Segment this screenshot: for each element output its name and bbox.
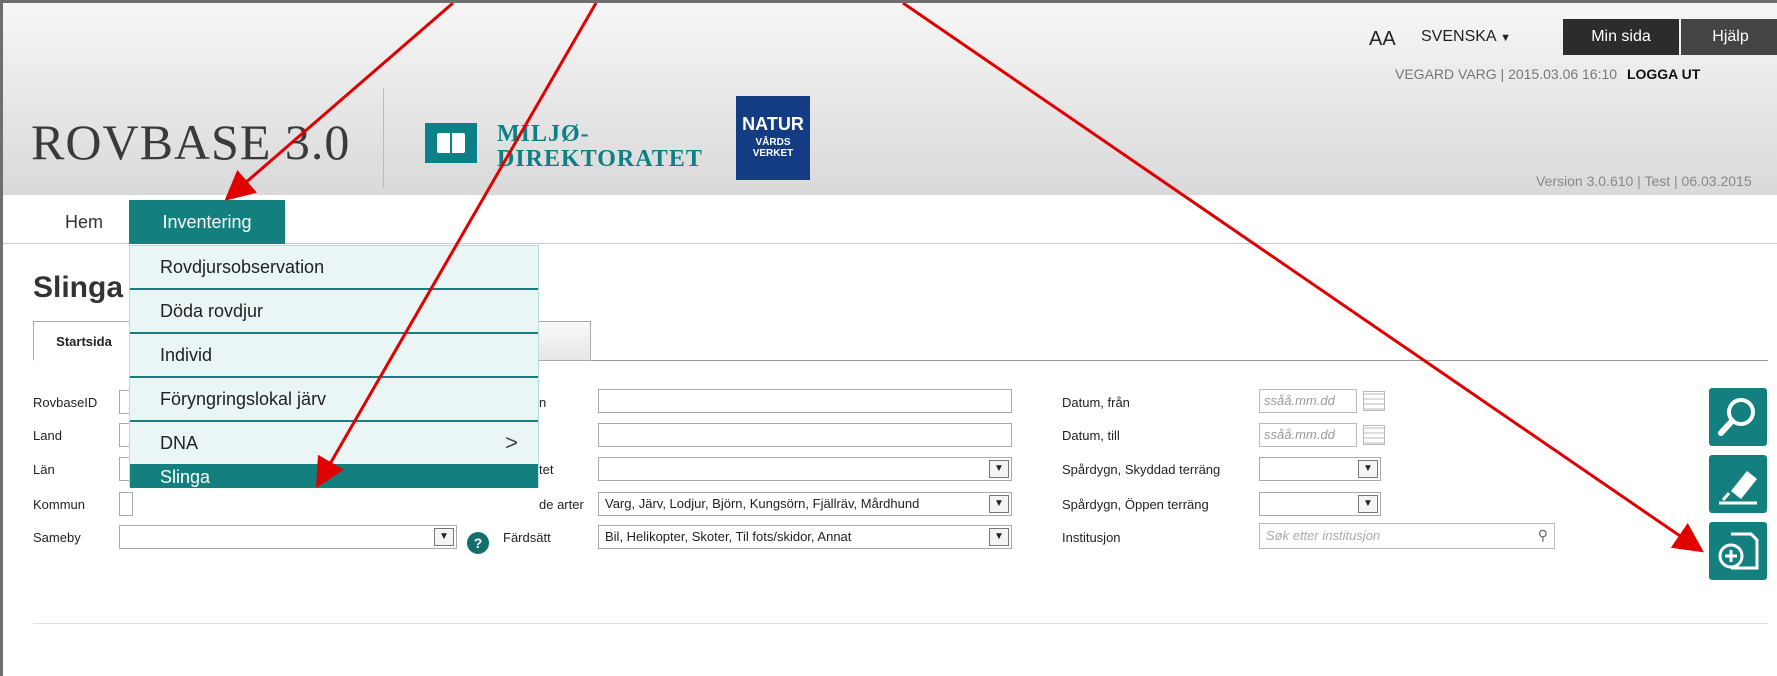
menu-item-foryngringslokal[interactable]: Föryngringslokal järv: [130, 378, 538, 422]
app-logo-text[interactable]: ROVBASE 3.0: [31, 113, 350, 171]
sameby-label: Sameby: [33, 530, 81, 545]
partner2-line3: VERKET: [752, 148, 794, 159]
help-button[interactable]: Hjälp: [1681, 19, 1777, 55]
eraser-icon: [1719, 471, 1757, 505]
header-divider: [383, 88, 384, 188]
menu-item-label: DNA: [160, 433, 199, 453]
col2-label-3: tet: [539, 462, 554, 477]
col2-input-2[interactable]: [598, 423, 1012, 447]
travel-mode-label: Färdsätt: [503, 530, 551, 545]
inventory-dropdown-menu: Rovdjursobservation Döda rovdjur Individ…: [129, 245, 539, 488]
sameby-select[interactable]: ▼: [119, 525, 457, 549]
track-protected-select[interactable]: ▼: [1259, 457, 1381, 481]
version-info: Version 3.0.610 | Test | 06.03.2015: [1536, 173, 1752, 189]
search-icon: [1718, 398, 1755, 436]
chevron-down-icon: ▼: [1358, 460, 1378, 478]
page-title: Slinga: [33, 271, 124, 304]
menu-item-dna[interactable]: DNA >: [130, 422, 538, 466]
travel-mode-value: Bil, Helikopter, Skoter, Til fots/skidor…: [605, 529, 852, 544]
institution-search-input[interactable]: Søk etter institusjon ⚲: [1259, 523, 1555, 549]
species-value: Varg, Järv, Lodjur, Björn, Kungsörn, Fjä…: [605, 496, 920, 511]
rovbaseid-label: RovbaseID: [33, 395, 98, 410]
clear-button[interactable]: [1709, 455, 1767, 513]
track-open-label: Spårdygn, Öppen terräng: [1062, 497, 1209, 512]
travel-mode-select[interactable]: Bil, Helikopter, Skoter, Til fots/skidor…: [598, 525, 1012, 549]
nav-item-home[interactable]: Hem: [39, 200, 129, 244]
menu-item-individ[interactable]: Individ: [130, 334, 538, 378]
logout-link[interactable]: LOGGA UT: [1627, 66, 1700, 82]
calendar-icon[interactable]: [1363, 391, 1385, 411]
application-window: ROVBASE 3.0 MILJØ- DIREKTORATET NATUR VÅ…: [0, 0, 1777, 676]
date-to-input[interactable]: ssåå.mm.dd: [1259, 423, 1357, 447]
species-select[interactable]: Varg, Järv, Lodjur, Björn, Kungsörn, Fjä…: [598, 492, 1012, 516]
track-open-select[interactable]: ▼: [1259, 492, 1381, 516]
chevron-down-icon: ▼: [989, 460, 1009, 478]
chevron-down-icon: ▼: [989, 528, 1009, 546]
chevron-down-icon: ▼: [989, 495, 1009, 513]
date-from-input[interactable]: ssåå.mm.dd: [1259, 389, 1357, 413]
partner2-line1: NATUR: [742, 114, 804, 134]
add-document-icon: [1718, 532, 1759, 570]
menu-item-rovdjursobservation[interactable]: Rovdjursobservation: [130, 246, 538, 290]
kommun-label: Kommun: [33, 497, 86, 512]
partner-logo-line2: DIREKTORATET: [497, 146, 703, 172]
my-page-button[interactable]: Min sida: [1563, 19, 1679, 55]
date-to-label: Datum, till: [1062, 428, 1120, 443]
language-label: SVENSKA: [1421, 28, 1496, 45]
tab-startsida[interactable]: Startsida: [33, 321, 135, 361]
header: ROVBASE 3.0 MILJØ- DIREKTORATET NATUR VÅ…: [3, 3, 1777, 195]
partner2-line2: VÅRDS: [755, 137, 791, 148]
font-size-toggle[interactable]: AA: [1369, 28, 1396, 51]
menu-item-doda-rovdjur[interactable]: Döda rovdjur: [130, 290, 538, 334]
search-button[interactable]: [1709, 388, 1767, 446]
section-divider: [33, 623, 1768, 624]
lan-label: Län: [33, 462, 55, 477]
user-info-text: VEGARD VARG | 2015.03.06 16:10: [1395, 66, 1618, 82]
menu-item-label: Slinga: [160, 467, 211, 487]
institution-label: Institusjon: [1062, 530, 1121, 545]
user-info: VEGARD VARG | 2015.03.06 16:10 LOGGA UT: [1395, 66, 1700, 82]
calendar-icon[interactable]: [1363, 425, 1385, 445]
kommun-input[interactable]: [119, 492, 133, 516]
magnifier-icon: ⚲: [1537, 527, 1548, 543]
menu-item-label: Individ: [160, 345, 213, 365]
chevron-down-icon: ▼: [434, 528, 454, 546]
institution-placeholder: Søk etter institusjon: [1266, 528, 1381, 543]
partner-logo-line1: MILJØ-: [497, 121, 590, 147]
chevron-down-icon: ▼: [1358, 495, 1378, 513]
col2-select-3[interactable]: ▼: [598, 457, 1012, 481]
nav-item-inventory[interactable]: Inventering: [129, 200, 285, 244]
language-selector[interactable]: SVENSKA ▼: [1421, 28, 1511, 46]
menu-item-label: Föryngringslokal järv: [160, 389, 327, 409]
naturvardsverket-logo: NATUR VÅRDS VERKET: [736, 96, 810, 180]
new-button[interactable]: [1709, 522, 1767, 580]
miljodirektoratet-logo-icon: [425, 123, 477, 163]
col2-label-1: n: [539, 395, 547, 410]
track-protected-label: Spårdygn, Skyddad terräng: [1062, 462, 1221, 477]
menu-item-label: Döda rovdjur: [160, 301, 264, 321]
chevron-right-icon: >: [505, 430, 518, 455]
menu-item-label: Rovdjursobservation: [160, 257, 325, 277]
menu-item-slinga[interactable]: Slinga: [130, 466, 538, 488]
col2-input-1[interactable]: [598, 389, 1012, 413]
land-label: Land: [33, 428, 62, 443]
help-icon[interactable]: ?: [467, 532, 489, 554]
col2-label-species: de arter: [539, 497, 584, 512]
main-nav: Hem Inventering: [3, 200, 1777, 244]
date-from-label: Datum, från: [1062, 395, 1130, 410]
caret-down-icon: ▼: [1500, 32, 1512, 44]
